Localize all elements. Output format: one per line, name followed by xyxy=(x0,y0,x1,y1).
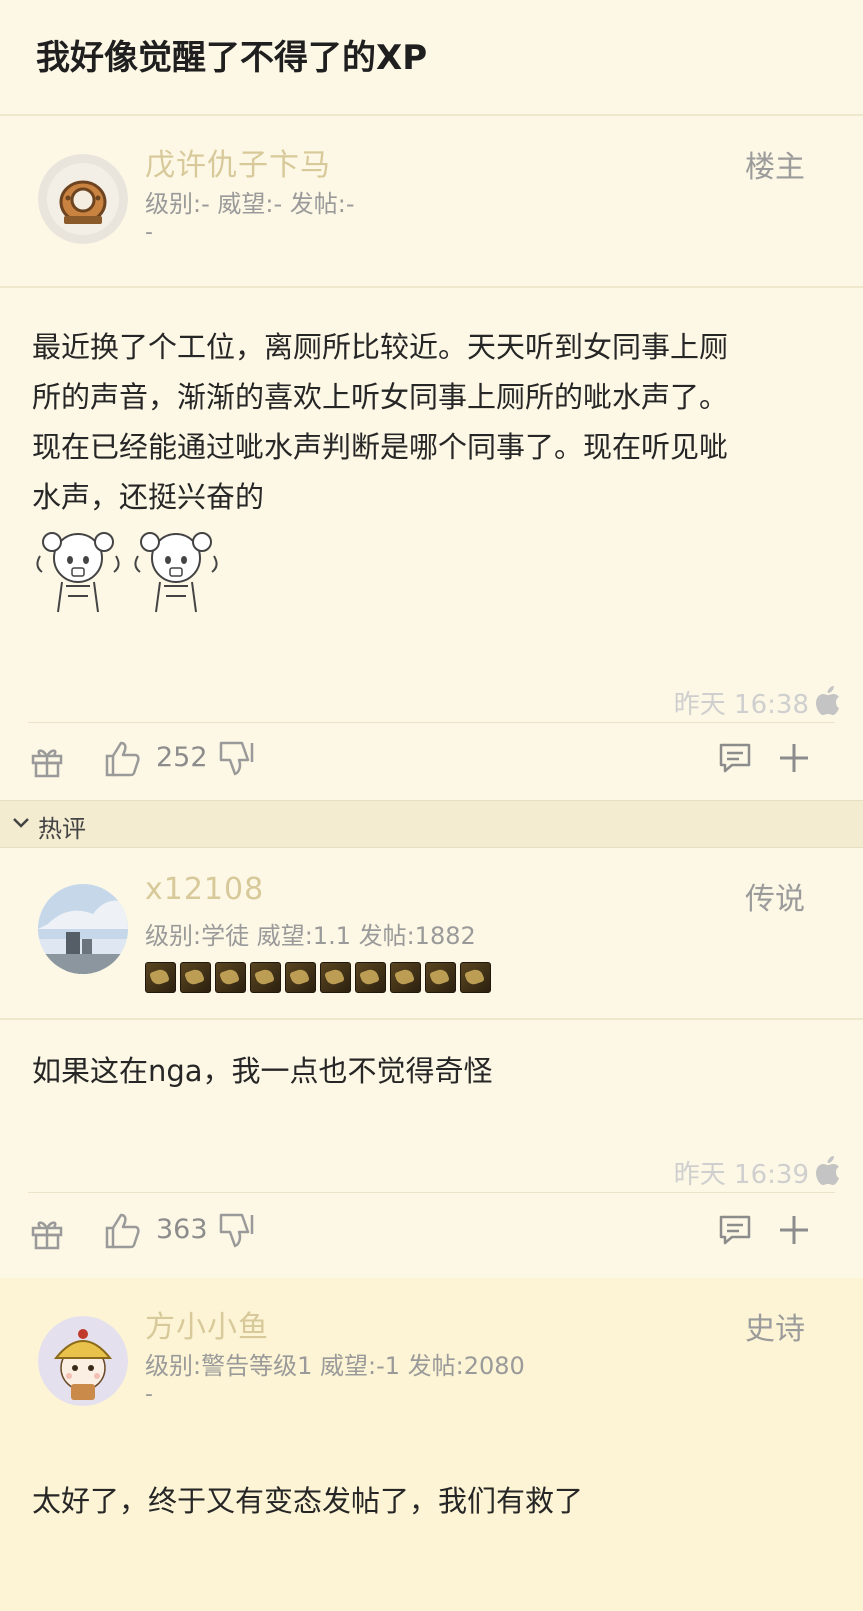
content-line: 太好了，终于又有变态发帖了，我们有救了 xyxy=(32,1484,584,1518)
badge-icon[interactable] xyxy=(320,962,351,993)
chevron-down-icon xyxy=(13,818,29,828)
post-op: 戊许仇子卞马 级别:- 威望:- 发帖:- - 楼主 最近换了个工位，离厕所比较… xyxy=(0,116,863,800)
user-stats: 级别:警告等级1 威望:-1 发帖:2080 xyxy=(145,1352,525,1380)
post-header: 方小小鱼 级别:警告等级1 威望:-1 发帖:2080 - 史诗 xyxy=(0,1278,863,1448)
badge-row xyxy=(145,962,491,993)
user-stats-extra: - xyxy=(145,220,153,245)
anime-girl-sticker-icon xyxy=(36,532,120,613)
post-content: 最近换了个工位，离厕所比较近。天天听到女同事上厕 所的声音，渐渐的喜欢上听女同事… xyxy=(0,288,863,616)
plus-icon[interactable] xyxy=(778,742,810,774)
post-actions: 252 xyxy=(0,738,863,798)
badge-icon[interactable] xyxy=(425,962,456,993)
apple-icon xyxy=(816,686,839,715)
hot-comments-label: 热评 xyxy=(38,815,86,843)
like-count: 363 xyxy=(156,1214,208,1245)
avatar[interactable] xyxy=(38,884,128,974)
thread-page: 我好像觉醒了不得了的XP 戊许仇子卞马 级别:- 威望:- 发帖:- - 楼主 xyxy=(0,0,863,1611)
username[interactable]: 戊许仇子卞马 xyxy=(145,140,331,184)
post-header: x12108 级别:学徒 威望:1.1 发帖:1882 传说 xyxy=(0,848,863,1020)
avatar[interactable] xyxy=(38,1316,128,1406)
thumbs-up-icon[interactable] xyxy=(104,740,140,778)
content-line: 所的声音，渐渐的喜欢上听女同事上厕所的呲水声了。 xyxy=(32,380,729,414)
post-time: 昨天 16:39 xyxy=(673,1160,809,1190)
user-stats: 级别:- 威望:- 发帖:- xyxy=(145,190,355,218)
user-stats-extra: - xyxy=(145,1382,153,1407)
content-line: 最近换了个工位，离厕所比较近。天天听到女同事上厕 xyxy=(32,330,729,364)
content-line: 现在已经能通过呲水声判断是哪个同事了。现在听见呲 xyxy=(32,430,729,464)
gift-icon[interactable] xyxy=(30,1216,64,1250)
badge-icon[interactable] xyxy=(180,962,211,993)
diving-helmet-avatar-icon xyxy=(38,154,128,244)
badge-icon[interactable] xyxy=(460,962,491,993)
post-actions: 363 xyxy=(0,1210,863,1270)
role-tag: 传说 xyxy=(745,882,805,917)
content-line: 如果这在nga，我一点也不觉得奇怪 xyxy=(32,1054,493,1088)
post-time: 昨天 16:38 xyxy=(673,690,809,720)
post-header: 戊许仇子卞马 级别:- 威望:- 发帖:- - 楼主 xyxy=(0,116,863,288)
post-content: 太好了，终于又有变态发帖了，我们有救了 xyxy=(0,1448,863,1526)
sticker-row xyxy=(32,526,831,616)
anime-girl-sticker-icon xyxy=(134,532,218,613)
divider xyxy=(28,722,835,723)
badge-icon[interactable] xyxy=(145,962,176,993)
plus-icon[interactable] xyxy=(778,1214,810,1246)
username[interactable]: x12108 xyxy=(145,872,264,907)
avatar[interactable] xyxy=(38,154,128,244)
role-tag: 楼主 xyxy=(745,150,805,185)
user-stats: 级别:学徒 威望:1.1 发帖:1882 xyxy=(145,922,476,950)
divider xyxy=(28,1192,835,1193)
thumbs-up-icon[interactable] xyxy=(104,1212,140,1250)
badge-icon[interactable] xyxy=(355,962,386,993)
post-content: 如果这在nga，我一点也不觉得奇怪 xyxy=(0,1020,863,1096)
gift-icon[interactable] xyxy=(30,744,64,778)
badge-icon[interactable] xyxy=(285,962,316,993)
thread-title: 我好像觉醒了不得了的XP xyxy=(36,38,428,78)
badge-icon[interactable] xyxy=(250,962,281,993)
username[interactable]: 方小小鱼 xyxy=(145,1302,269,1346)
post-reply: x12108 级别:学徒 威望:1.1 发帖:1882 传说 如果这在nga，我… xyxy=(0,848,863,1278)
sky-building-avatar-icon xyxy=(38,884,128,974)
content-line: 水声，还挺兴奋的 xyxy=(32,480,265,514)
comment-icon[interactable] xyxy=(718,742,752,774)
hot-comments-header[interactable]: 热评 xyxy=(0,800,863,848)
post-reply: 方小小鱼 级别:警告等级1 威望:-1 发帖:2080 - 史诗 太好了，终于又… xyxy=(0,1278,863,1611)
badge-icon[interactable] xyxy=(390,962,421,993)
thumbs-down-icon[interactable] xyxy=(218,1212,256,1250)
thumbs-down-icon[interactable] xyxy=(218,740,256,778)
like-count: 252 xyxy=(156,742,208,773)
hat-girl-avatar-icon xyxy=(38,1316,128,1406)
apple-icon xyxy=(816,1156,839,1185)
comment-icon[interactable] xyxy=(718,1214,752,1246)
role-tag: 史诗 xyxy=(745,1312,805,1347)
thread-header: 我好像觉醒了不得了的XP xyxy=(0,0,863,116)
badge-icon[interactable] xyxy=(215,962,246,993)
